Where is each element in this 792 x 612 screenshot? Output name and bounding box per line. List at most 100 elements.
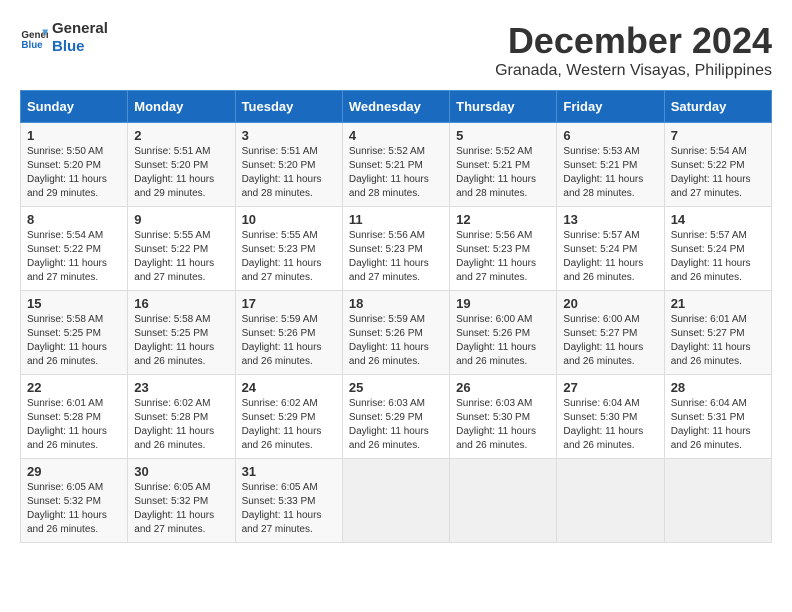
header-tuesday: Tuesday (235, 91, 342, 123)
day-number: 3 (242, 128, 336, 143)
header-thursday: Thursday (450, 91, 557, 123)
day-info: Sunrise: 5:56 AM Sunset: 5:23 PM Dayligh… (456, 229, 550, 285)
day-info: Sunrise: 5:53 AM Sunset: 5:21 PM Dayligh… (563, 145, 657, 201)
day-number: 24 (242, 380, 336, 395)
day-number: 12 (456, 212, 550, 227)
calendar-cell: 9Sunrise: 5:55 AM Sunset: 5:22 PM Daylig… (128, 207, 235, 291)
day-info: Sunrise: 5:58 AM Sunset: 5:25 PM Dayligh… (134, 313, 228, 369)
header-saturday: Saturday (664, 91, 771, 123)
day-info: Sunrise: 5:57 AM Sunset: 5:24 PM Dayligh… (671, 229, 765, 285)
calendar-cell: 6 Sunrise: 5:53 AM Sunset: 5:21 PM Daylig… (557, 123, 664, 207)
day-info: Sunrise: 5:51 AM Sunset: 5:20 PM Dayligh… (134, 145, 228, 201)
calendar-cell: 20 Sunrise: 6:00 AM Sunset: 5:27 PM Dayli… (557, 291, 664, 375)
logo: General Blue General Blue (20, 20, 108, 56)
calendar-cell: 18Sunrise: 5:59 AM Sunset: 5:26 PM Dayli… (342, 291, 449, 375)
day-number: 13 (563, 212, 657, 227)
calendar-cell: 15Sunrise: 5:58 AM Sunset: 5:25 PM Dayli… (21, 291, 128, 375)
calendar-week-row: 8 Sunrise: 5:54 AM Sunset: 5:22 PM Daylig… (21, 207, 772, 291)
day-number: 14 (671, 212, 765, 227)
calendar-cell: 8 Sunrise: 5:54 AM Sunset: 5:22 PM Daylig… (21, 207, 128, 291)
calendar-cell: 1 Sunrise: 5:50 AM Sunset: 5:20 PM Daylig… (21, 123, 128, 207)
calendar-header-row: Sunday Monday Tuesday Wednesday Thursday… (21, 91, 772, 123)
calendar-cell: 4 Sunrise: 5:52 AM Sunset: 5:21 PM Daylig… (342, 123, 449, 207)
day-number: 16 (134, 296, 228, 311)
calendar-cell: 11 Sunrise: 5:56 AM Sunset: 5:23 PM Dayli… (342, 207, 449, 291)
day-number: 17 (242, 296, 336, 311)
day-number: 19 (456, 296, 550, 311)
day-number: 6 (563, 128, 657, 143)
day-number: 1 (27, 128, 121, 143)
calendar-cell: 30 Sunrise: 6:05 AM Sunset: 5:32 PM Dayli… (128, 459, 235, 543)
calendar-cell: 3Sunrise: 5:51 AM Sunset: 5:20 PM Daylig… (235, 123, 342, 207)
day-info: Sunrise: 5:54 AM Sunset: 5:22 PM Dayligh… (27, 229, 121, 285)
day-number: 4 (349, 128, 443, 143)
calendar-cell: 24Sunrise: 6:02 AM Sunset: 5:29 PM Dayli… (235, 375, 342, 459)
day-info: Sunrise: 5:52 AM Sunset: 5:21 PM Dayligh… (349, 145, 443, 201)
calendar-table: Sunday Monday Tuesday Wednesday Thursday… (20, 90, 772, 543)
day-number: 11 (349, 212, 443, 227)
day-info: Sunrise: 5:59 AM Sunset: 5:26 PM Dayligh… (349, 313, 443, 369)
day-info: Sunrise: 6:03 AM Sunset: 5:29 PM Dayligh… (349, 397, 443, 453)
day-info: Sunrise: 6:01 AM Sunset: 5:27 PM Dayligh… (671, 313, 765, 369)
day-info: Sunrise: 5:55 AM Sunset: 5:23 PM Dayligh… (242, 229, 336, 285)
logo-icon: General Blue (20, 24, 48, 52)
calendar-cell (664, 459, 771, 543)
day-number: 31 (242, 464, 336, 479)
day-info: Sunrise: 6:03 AM Sunset: 5:30 PM Dayligh… (456, 397, 550, 453)
day-number: 25 (349, 380, 443, 395)
calendar-cell (450, 459, 557, 543)
title-area: December 2024 Granada, Western Visayas, … (495, 20, 772, 80)
calendar-cell: 26 Sunrise: 6:03 AM Sunset: 5:30 PM Dayli… (450, 375, 557, 459)
calendar-cell: 23Sunrise: 6:02 AM Sunset: 5:28 PM Dayli… (128, 375, 235, 459)
calendar-cell: 28 Sunrise: 6:04 AM Sunset: 5:31 PM Dayli… (664, 375, 771, 459)
day-number: 30 (134, 464, 228, 479)
page-header: General Blue General Blue December 2024 … (20, 20, 772, 80)
calendar-cell: 22Sunrise: 6:01 AM Sunset: 5:28 PM Dayli… (21, 375, 128, 459)
calendar-cell: 25 Sunrise: 6:03 AM Sunset: 5:29 PM Dayli… (342, 375, 449, 459)
logo-text-general: General (52, 20, 108, 38)
page-subtitle: Granada, Western Visayas, Philippines (495, 62, 772, 80)
day-number: 10 (242, 212, 336, 227)
day-number: 26 (456, 380, 550, 395)
calendar-cell: 17 Sunrise: 5:59 AM Sunset: 5:26 PM Dayli… (235, 291, 342, 375)
day-info: Sunrise: 5:52 AM Sunset: 5:21 PM Dayligh… (456, 145, 550, 201)
day-number: 28 (671, 380, 765, 395)
day-info: Sunrise: 5:59 AM Sunset: 5:26 PM Dayligh… (242, 313, 336, 369)
calendar-cell: 29 Sunrise: 6:05 AM Sunset: 5:32 PM Dayli… (21, 459, 128, 543)
day-number: 15 (27, 296, 121, 311)
day-info: Sunrise: 6:05 AM Sunset: 5:33 PM Dayligh… (242, 481, 336, 537)
calendar-cell: 5 Sunrise: 5:52 AM Sunset: 5:21 PM Daylig… (450, 123, 557, 207)
header-friday: Friday (557, 91, 664, 123)
calendar-week-row: 15 Sunrise: 5:58 AM Sunset: 5:25 PM Dayli… (21, 291, 772, 375)
day-number: 20 (563, 296, 657, 311)
calendar-cell: 12 Sunrise: 5:56 AM Sunset: 5:23 PM Dayli… (450, 207, 557, 291)
calendar-cell: 2Sunrise: 5:51 AM Sunset: 5:20 PM Daylig… (128, 123, 235, 207)
calendar-cell: 13Sunrise: 5:57 AM Sunset: 5:24 PM Dayli… (557, 207, 664, 291)
day-info: Sunrise: 6:04 AM Sunset: 5:30 PM Dayligh… (563, 397, 657, 453)
day-number: 8 (27, 212, 121, 227)
day-info: Sunrise: 6:00 AM Sunset: 5:27 PM Dayligh… (563, 313, 657, 369)
day-number: 27 (563, 380, 657, 395)
header-wednesday: Wednesday (342, 91, 449, 123)
calendar-cell: 16 Sunrise: 5:58 AM Sunset: 5:25 PM Dayli… (128, 291, 235, 375)
day-info: Sunrise: 5:56 AM Sunset: 5:23 PM Dayligh… (349, 229, 443, 285)
day-info: Sunrise: 5:50 AM Sunset: 5:20 PM Dayligh… (27, 145, 121, 201)
calendar-cell: 31 Sunrise: 6:05 AM Sunset: 5:33 PM Dayli… (235, 459, 342, 543)
day-info: Sunrise: 5:54 AM Sunset: 5:22 PM Dayligh… (671, 145, 765, 201)
day-number: 22 (27, 380, 121, 395)
calendar-week-row: 22Sunrise: 6:01 AM Sunset: 5:28 PM Dayli… (21, 375, 772, 459)
calendar-cell: 7Sunrise: 5:54 AM Sunset: 5:22 PM Daylig… (664, 123, 771, 207)
day-number: 29 (27, 464, 121, 479)
day-info: Sunrise: 6:05 AM Sunset: 5:32 PM Dayligh… (27, 481, 121, 537)
day-number: 5 (456, 128, 550, 143)
day-number: 9 (134, 212, 228, 227)
calendar-week-row: 29 Sunrise: 6:05 AM Sunset: 5:32 PM Dayli… (21, 459, 772, 543)
svg-text:Blue: Blue (21, 40, 43, 51)
day-info: Sunrise: 6:02 AM Sunset: 5:28 PM Dayligh… (134, 397, 228, 453)
calendar-cell: 27 Sunrise: 6:04 AM Sunset: 5:30 PM Dayli… (557, 375, 664, 459)
day-info: Sunrise: 6:05 AM Sunset: 5:32 PM Dayligh… (134, 481, 228, 537)
day-info: Sunrise: 6:00 AM Sunset: 5:26 PM Dayligh… (456, 313, 550, 369)
day-info: Sunrise: 6:04 AM Sunset: 5:31 PM Dayligh… (671, 397, 765, 453)
page-title: December 2024 (495, 20, 772, 62)
header-monday: Monday (128, 91, 235, 123)
